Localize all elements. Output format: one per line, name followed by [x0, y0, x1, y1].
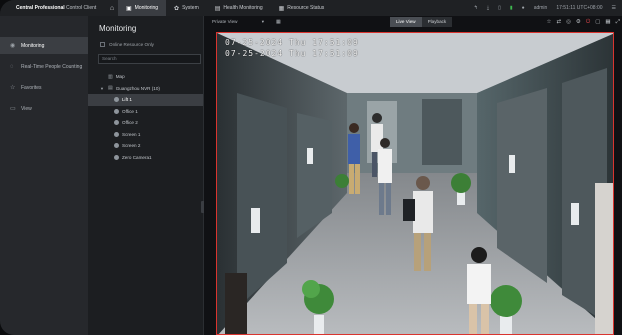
live-view-button[interactable]: Live View [390, 17, 422, 27]
tab-health-monitoring[interactable]: ▤ Health Monitoring [207, 0, 271, 16]
settings-icon[interactable]: ⚙ [576, 19, 581, 25]
grid-icon[interactable]: ▦ [605, 19, 610, 25]
chevron-down-icon[interactable]: ▼ [100, 86, 105, 91]
clipboard-icon[interactable]: ▯ [498, 5, 501, 11]
tab-monitoring[interactable]: ▣ Monitoring [118, 0, 167, 16]
camera-icon [114, 154, 119, 160]
user-name[interactable]: admin [534, 5, 548, 11]
tree-camera-item[interactable]: Screen 1 [88, 129, 203, 141]
health-icon: ▤ [214, 5, 221, 12]
view-toolbar-icons: ☆ ⇄ ◎ ⚙ ⏻ ▢ ▦ ⤢ [547, 16, 620, 28]
search-input[interactable]: Search [98, 54, 201, 64]
app-title: Central Professional Control Client [16, 5, 97, 11]
app-window: Central Professional Control Client ⌂ ▣ … [0, 0, 622, 335]
stop-icon[interactable]: ⏻ [586, 19, 590, 26]
network-status-icon: ▮ [509, 5, 513, 11]
people-icon: ◌ [10, 63, 14, 70]
playback-button[interactable]: Playback [421, 17, 453, 27]
tree-camera-item[interactable]: Screen 2 [88, 140, 203, 152]
tree-camera-item[interactable]: Office 1 [88, 106, 203, 118]
map-icon: ▥ [108, 73, 113, 80]
top-right-status: ↰ ⤓ ▯ ▮ ● admin 17:51:11 UTC+08:00 ☰ [474, 5, 622, 11]
camera-icon [114, 143, 119, 149]
tree-item-map[interactable]: ▥ Map [88, 71, 203, 83]
monitor-icon: ◉ [10, 43, 16, 49]
view-icon: ▭ [10, 106, 16, 112]
nav-item-view[interactable]: ▭ View [0, 100, 88, 117]
camera-icon [114, 131, 119, 137]
gear-icon: ✿ [174, 5, 180, 12]
arrow-icon[interactable]: ↰ [474, 5, 478, 11]
capture-icon[interactable]: ◎ [566, 19, 571, 25]
camera-icon [114, 97, 119, 103]
tree-camera-item[interactable]: Zero Camera1 [88, 152, 203, 164]
window-icon[interactable]: ▢ [595, 19, 600, 25]
resource-tree-panel: Monitoring Online Resource Only Search ▥… [88, 16, 205, 335]
tree-group-nvr[interactable]: ▼ ▤ Guangzhou NVR (10) [88, 83, 203, 95]
chevron-down-icon: ▾ [261, 19, 264, 24]
live-view-area: Private View ▾ ▦ Live View Playback ☆ ⇄ … [204, 16, 622, 335]
camera-icon [114, 120, 119, 126]
menu-icon[interactable]: ☰ [612, 5, 616, 11]
camera-icon: ▣ [126, 5, 132, 12]
tree-camera-item[interactable]: Office 2 [88, 117, 203, 129]
download-icon[interactable]: ⤓ [487, 5, 489, 11]
view-mode-toggle: Live View Playback [390, 17, 453, 27]
star-icon[interactable]: ☆ [547, 19, 552, 25]
tab-resource-status[interactable]: ▦ Resource Status [271, 0, 333, 16]
panel-title: Monitoring [99, 24, 137, 33]
system-time: 17:51:11 UTC+08:00 [556, 5, 603, 11]
nav-item-monitoring[interactable]: ◉ Monitoring [0, 37, 88, 54]
home-icon[interactable]: ⌂ [106, 5, 118, 12]
nav-item-people-counting[interactable]: ◌ Real-Time People Counting [0, 58, 88, 75]
view-toolbar: Private View ▾ ▦ Live View Playback ☆ ⇄ … [204, 16, 622, 28]
video-timestamp-overlay: 07-25-2024 Thu 17:51:09 07-25-2024 Thu 1… [225, 38, 359, 58]
left-navigation: ◉ Monitoring ◌ Real-Time People Counting… [0, 16, 88, 335]
camera-feed-image [217, 33, 613, 334]
fullscreen-icon[interactable]: ⤢ [616, 19, 620, 26]
resource-icon: ▦ [278, 5, 285, 12]
nvr-icon: ▤ [108, 85, 113, 92]
star-icon: ☆ [10, 85, 16, 91]
tab-system[interactable]: ✿ System [166, 0, 207, 16]
top-bar: Central Professional Control Client ⌂ ▣ … [0, 0, 622, 16]
swap-icon[interactable]: ⇄ [556, 19, 561, 25]
layout-grid-icon[interactable]: ▦ [276, 19, 281, 25]
online-only-checkbox[interactable]: Online Resource Only [88, 38, 203, 50]
checkbox[interactable] [100, 41, 105, 47]
user-icon[interactable]: ● [522, 5, 525, 11]
tree-camera-item[interactable]: Lift 1 [88, 94, 203, 106]
view-dropdown[interactable]: Private View ▾ [212, 19, 264, 25]
nav-item-favorites[interactable]: ☆ Favorites [0, 79, 88, 96]
camera-icon [114, 108, 119, 114]
video-window[interactable]: 07-25-2024 Thu 17:51:09 07-25-2024 Thu 1… [216, 32, 614, 335]
